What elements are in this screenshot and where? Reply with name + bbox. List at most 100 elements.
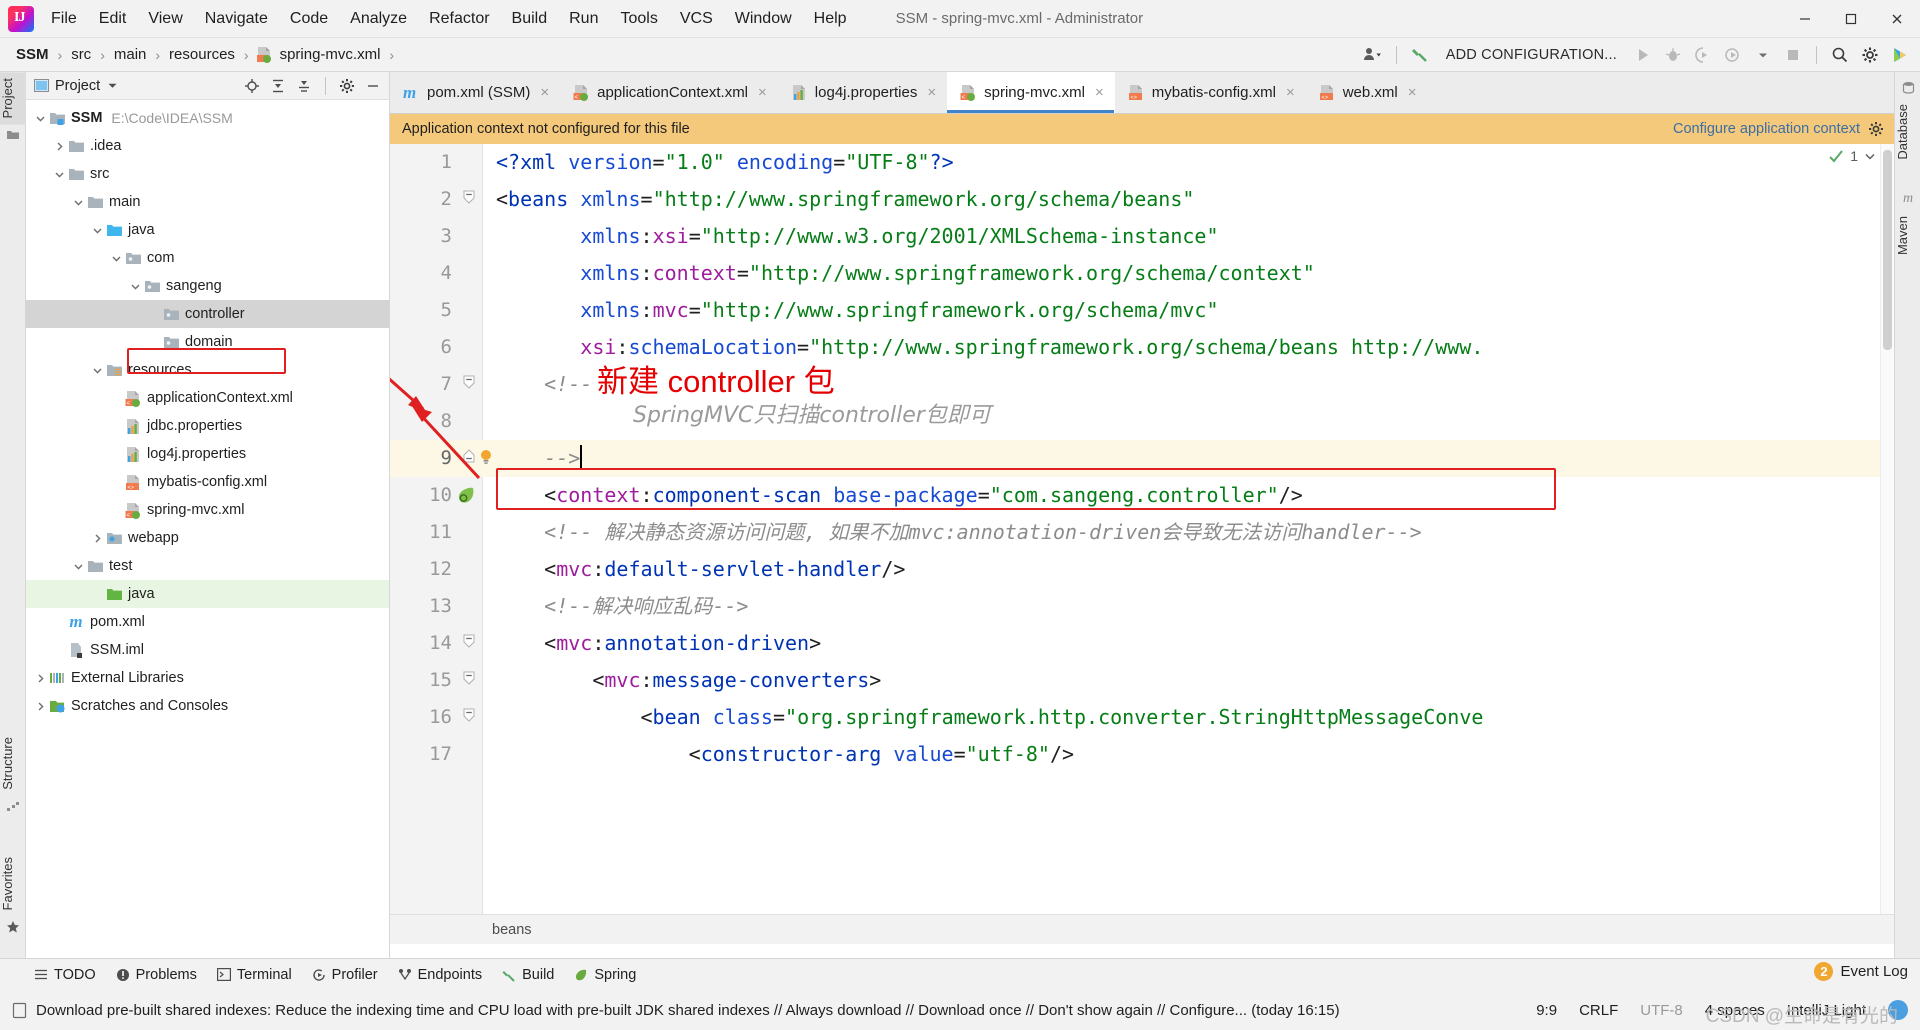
code-line-14[interactable]: 14 <mvc:annotation-driven>: [390, 625, 1894, 662]
favorites-star-icon[interactable]: [0, 916, 26, 938]
spring-bean-gutter-icon[interactable]: [456, 486, 476, 505]
user-dropdown-icon[interactable]: [1359, 42, 1387, 68]
menu-item-analyze[interactable]: Analyze: [339, 7, 418, 31]
status-message[interactable]: Download pre-built shared indexes: Reduc…: [36, 1002, 1340, 1019]
fold-close-icon[interactable]: [462, 449, 476, 463]
maximize-icon[interactable]: [1828, 0, 1874, 38]
tool-window-build[interactable]: Build: [502, 967, 554, 983]
configure-application-context-link[interactable]: Configure application context: [1673, 121, 1860, 137]
breadcrumb-item-main[interactable]: main: [112, 45, 149, 64]
editor-tab-web-xml[interactable]: <> web.xml ×: [1306, 72, 1428, 113]
code-line-15[interactable]: 15 <mvc:message-converters>: [390, 662, 1894, 699]
chevron-right-icon[interactable]: [32, 670, 48, 686]
chevron-down-icon[interactable]: [70, 194, 86, 210]
chevron-down-icon[interactable]: [127, 278, 143, 294]
code-line-13[interactable]: 13 <!--解决响应乱码-->: [390, 588, 1894, 625]
run-icon[interactable]: [1629, 42, 1657, 68]
code-editor[interactable]: 1 <?xml version="1.0" encoding="UTF-8"?> 2…: [390, 144, 1894, 914]
chevron-down-icon[interactable]: [1864, 150, 1876, 162]
run-with-coverage-icon[interactable]: [1689, 42, 1717, 68]
sidebar-item-project[interactable]: Project: [0, 72, 26, 125]
code-line-2[interactable]: 2 <beans xmlns="http://www.springframewor…: [390, 181, 1894, 218]
editor-tab-log4j-properties[interactable]: log4j.properties ×: [778, 72, 947, 113]
database-icon[interactable]: [1895, 76, 1920, 98]
menu-item-navigate[interactable]: Navigate: [194, 7, 279, 31]
chevron-right-icon[interactable]: [51, 138, 67, 154]
hide-panel-icon[interactable]: [361, 75, 385, 97]
chevron-down-icon[interactable]: [89, 362, 105, 378]
close-tab-icon[interactable]: ×: [1095, 84, 1104, 101]
tree-node-java[interactable]: java: [26, 216, 389, 244]
code-line-17[interactable]: 17 <constructor-arg value="utf-8"/>: [390, 736, 1894, 773]
menu-item-file[interactable]: File: [40, 7, 88, 31]
code-line-16[interactable]: 16 <bean class="org.springframework.http…: [390, 699, 1894, 736]
chevron-right-icon[interactable]: [89, 530, 105, 546]
sidebar-item-database[interactable]: Database: [1895, 98, 1920, 166]
tool-window-spring[interactable]: Spring: [574, 967, 636, 983]
chevron-down-icon[interactable]: [89, 222, 105, 238]
event-log-label[interactable]: Event Log: [1840, 963, 1908, 980]
breadcrumb-item-spring-mvc-xml[interactable]: spring-mvc.xml: [278, 45, 383, 64]
tree-node-external-libraries[interactable]: External Libraries: [26, 664, 389, 692]
tree-node-ssm-iml[interactable]: SSM.iml: [26, 636, 389, 664]
chevron-down-icon[interactable]: [108, 250, 124, 266]
editor-tab-pom-xml--ssm-[interactable]: m pom.xml (SSM) ×: [390, 72, 560, 113]
close-tab-icon[interactable]: ×: [927, 84, 936, 101]
editor-bottom-breadcrumb[interactable]: beans: [390, 914, 1894, 944]
tree-node-domain[interactable]: domain: [26, 328, 389, 356]
stop-icon[interactable]: [1779, 42, 1807, 68]
search-everywhere-icon[interactable]: [1826, 42, 1854, 68]
code-line-9[interactable]: 9 -->: [390, 440, 1894, 477]
settings-gear-icon[interactable]: [1856, 42, 1884, 68]
ide-updates-icon[interactable]: [1886, 42, 1914, 68]
menu-item-view[interactable]: View: [137, 7, 193, 31]
fold-open-icon[interactable]: [462, 634, 476, 648]
close-tab-icon[interactable]: ×: [758, 84, 767, 101]
tree-node-src[interactable]: src: [26, 160, 389, 188]
breadcrumb-element[interactable]: beans: [492, 922, 532, 938]
settings-gear-icon[interactable]: [1868, 121, 1884, 137]
expand-all-icon[interactable]: [266, 75, 290, 97]
chevron-down-icon[interactable]: [51, 166, 67, 182]
scrollbar-thumb[interactable]: [1883, 150, 1892, 350]
tool-window-endpoints[interactable]: Endpoints: [398, 967, 482, 983]
code-line-8[interactable]: 8: [390, 403, 1894, 440]
settings-gear-icon[interactable]: [335, 75, 359, 97]
sidebar-item-favorites[interactable]: Favorites: [0, 851, 26, 916]
menu-item-edit[interactable]: Edit: [88, 7, 138, 31]
code-content[interactable]: 1 <?xml version="1.0" encoding="UTF-8"?> 2…: [390, 144, 1894, 914]
code-line-3[interactable]: 3 xmlns:xsi="http://www.w3.org/2001/XMLS…: [390, 218, 1894, 255]
tree-node-pom-xml[interactable]: m pom.xml: [26, 608, 389, 636]
editor-tab-applicationcontext-xml[interactable]: < applicationContext.xml ×: [560, 72, 778, 113]
editor-tab-spring-mvc-xml[interactable]: < spring-mvc.xml ×: [947, 72, 1115, 113]
tree-node-resources[interactable]: resources: [26, 356, 389, 384]
line-separator[interactable]: CRLF: [1579, 1002, 1618, 1019]
sidebar-item-maven[interactable]: Maven: [1895, 210, 1920, 261]
hammer-build-icon[interactable]: [1406, 42, 1434, 68]
intention-bulb-icon[interactable]: [478, 448, 494, 466]
tree-node-ssm[interactable]: SSM E:\Code\IDEA\SSM: [26, 104, 389, 132]
menu-item-tools[interactable]: Tools: [609, 7, 668, 31]
tree-node-applicationcontext-xml[interactable]: < applicationContext.xml: [26, 384, 389, 412]
tree-node-sangeng[interactable]: sangeng: [26, 272, 389, 300]
tree-node-mybatis-config-xml[interactable]: <> mybatis-config.xml: [26, 468, 389, 496]
tree-node-jdbc-properties[interactable]: jdbc.properties: [26, 412, 389, 440]
menu-item-code[interactable]: Code: [279, 7, 339, 31]
project-folder-icon[interactable]: [0, 124, 26, 146]
close-tab-icon[interactable]: ×: [1408, 84, 1417, 101]
menu-item-vcs[interactable]: VCS: [669, 7, 724, 31]
add-configuration-button[interactable]: ADD CONFIGURATION...: [1436, 47, 1627, 63]
chevron-down-icon[interactable]: [70, 558, 86, 574]
event-log-button[interactable]: 2 Event Log: [1814, 962, 1908, 981]
structure-icon[interactable]: [0, 796, 26, 818]
tree-node-test[interactable]: test: [26, 552, 389, 580]
tree-node-scratches-and-consoles[interactable]: Scratches and Consoles: [26, 692, 389, 720]
file-encoding[interactable]: UTF-8: [1640, 1002, 1683, 1019]
tree-node-controller[interactable]: controller: [26, 300, 389, 328]
minimize-icon[interactable]: [1782, 0, 1828, 38]
menu-item-help[interactable]: Help: [803, 7, 858, 31]
tree-node-webapp[interactable]: webapp: [26, 524, 389, 552]
debug-icon[interactable]: [1659, 42, 1687, 68]
chevron-right-icon[interactable]: [32, 698, 48, 714]
fold-open-icon[interactable]: [462, 375, 476, 389]
